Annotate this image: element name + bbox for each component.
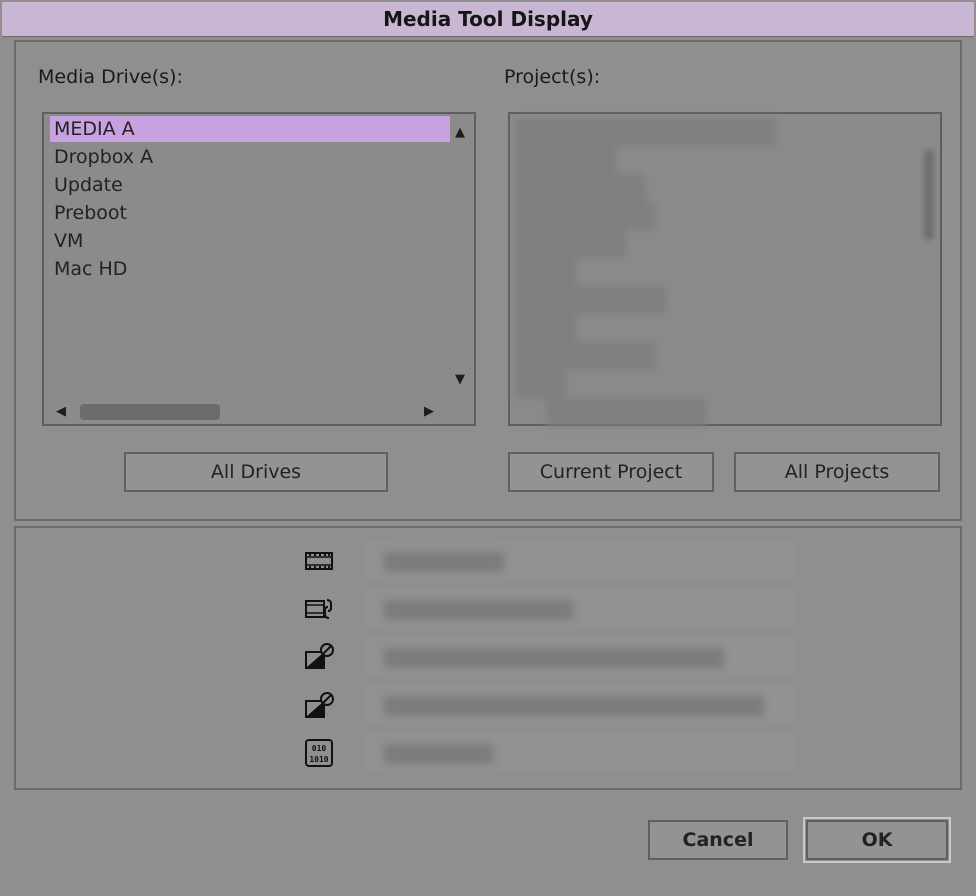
projects-scrollbar-thumb[interactable] xyxy=(924,150,934,240)
option-label xyxy=(384,696,764,716)
all-projects-button[interactable]: All Projects xyxy=(734,452,940,492)
scroll-down-arrow-icon[interactable]: ▼ xyxy=(455,373,465,386)
projects-list[interactable] xyxy=(508,112,942,426)
drive-item-update[interactable]: Update xyxy=(50,172,450,198)
media-tool-display-dialog: Media Tool Display Media Drive(s): Proje… xyxy=(0,0,976,896)
media-type-option-row[interactable] xyxy=(364,590,796,628)
media-type-option-row[interactable] xyxy=(364,686,796,724)
media-type-option-row[interactable] xyxy=(364,542,796,580)
scroll-left-arrow-icon[interactable]: ◀ xyxy=(56,405,66,418)
svg-text:010: 010 xyxy=(312,744,327,753)
current-project-button[interactable]: Current Project xyxy=(508,452,714,492)
option-label xyxy=(384,744,494,764)
all-drives-button[interactable]: All Drives xyxy=(124,452,388,492)
scroll-up-arrow-icon[interactable]: ▲ xyxy=(455,126,465,139)
scroll-right-arrow-icon[interactable]: ▶ xyxy=(424,405,434,418)
option-label xyxy=(384,648,724,668)
projects-label: Project(s): xyxy=(504,66,601,88)
drive-item-media-a[interactable]: MEDIA A xyxy=(50,116,450,142)
binary-file-icon: 010 1010 xyxy=(305,739,333,767)
precompute-clip-icon xyxy=(305,643,334,669)
option-label xyxy=(384,600,574,620)
media-drives-list[interactable]: MEDIA A Dropbox A Update Preboot VM Mac … xyxy=(42,112,476,426)
linked-film-icon xyxy=(305,599,332,619)
ok-button[interactable]: OK xyxy=(803,817,951,863)
media-type-options-panel: 010 1010 xyxy=(14,526,962,790)
cancel-button[interactable]: Cancel xyxy=(648,820,788,860)
window-title: Media Tool Display xyxy=(2,2,974,37)
option-label xyxy=(384,552,504,572)
drive-item-vm[interactable]: VM xyxy=(50,228,450,254)
media-drives-label: Media Drive(s): xyxy=(38,66,183,88)
drive-item-dropbox-a[interactable]: Dropbox A xyxy=(50,144,450,170)
blurred-project-entries xyxy=(516,114,926,426)
drive-item-preboot[interactable]: Preboot xyxy=(50,200,450,226)
precompute-clip-icon xyxy=(305,692,334,718)
media-type-option-row[interactable] xyxy=(364,638,796,676)
drive-item-mac-hd[interactable]: Mac HD xyxy=(50,256,450,282)
svg-text:1010: 1010 xyxy=(309,755,328,764)
horizontal-scrollbar-thumb[interactable] xyxy=(80,404,220,420)
selection-panel: Media Drive(s): Project(s): MEDIA A Drop… xyxy=(14,40,962,521)
media-type-option-row[interactable] xyxy=(364,734,796,772)
film-icon xyxy=(305,552,333,570)
